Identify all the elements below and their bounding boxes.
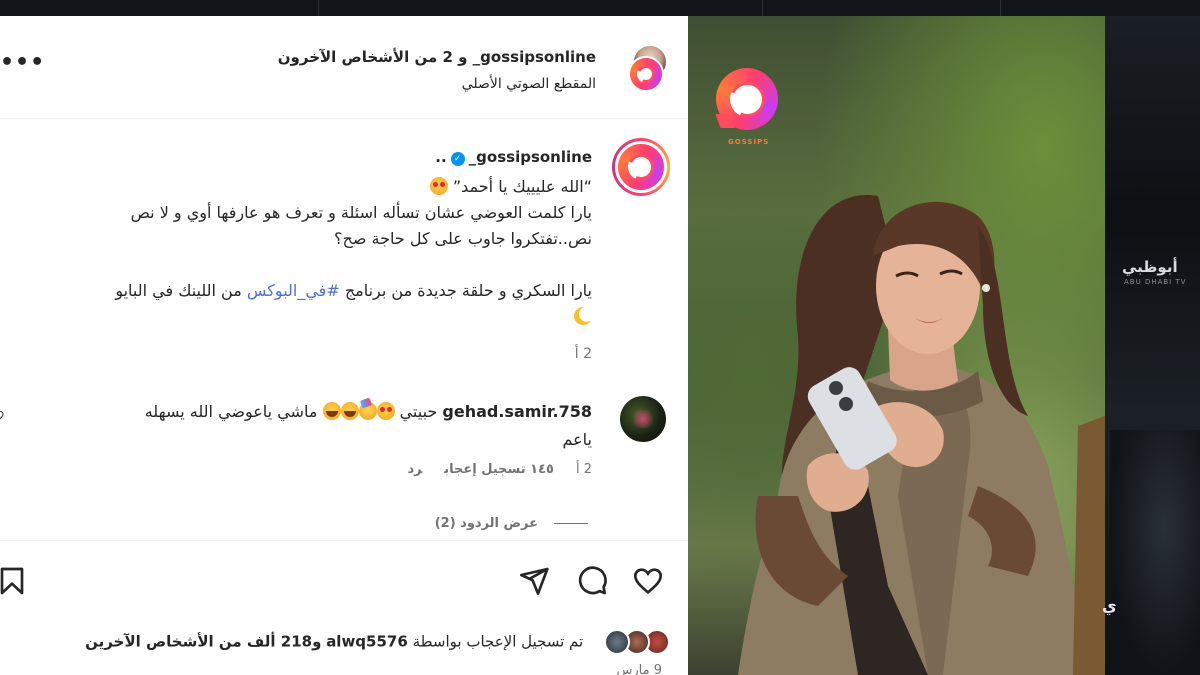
caption-time[interactable]: 2 أ (575, 346, 592, 362)
liker-avatars[interactable] (594, 629, 670, 655)
caption-trail: .. (435, 148, 447, 166)
comment-icon[interactable] (576, 565, 608, 597)
collab-avatars[interactable] (620, 44, 668, 92)
likes-others[interactable]: و218 ألف من الأشخاص الآخرين (85, 633, 321, 651)
gossips-logo (712, 68, 780, 134)
caption-text: “الله عليييك يا أحمد” يارا كلمت العوضي ع… (12, 174, 592, 330)
background-figure (1110, 430, 1200, 675)
top-strip (0, 0, 1200, 16)
send-icon[interactable] (518, 565, 550, 597)
view-replies-button[interactable]: عرض الردود (2) (435, 516, 588, 531)
commenter-avatar[interactable] (620, 396, 666, 442)
joy-emoji-icon (340, 402, 359, 420)
caption-line-2: يارا كلمت العوضي عشان تسأله اسئلة و تعرف… (130, 203, 592, 222)
original-audio-link[interactable]: المقطع الصوتي الأصلي (462, 76, 596, 92)
heart-eyes-emoji-icon (376, 402, 395, 420)
caption-line-3: نص..تفتكروا جاوب على كل حاجة صح؟ (334, 229, 592, 248)
post-header: gossipsonline_ و 2 من الأشخاص الآخرون ال… (0, 16, 688, 119)
likes-text: تم تسجيل الإعجاب بواسطة alwq5576 و218 أل… (85, 632, 584, 651)
channel-logo: أبوظبي (1122, 258, 1178, 276)
comment-text-end: ياعم (562, 430, 592, 449)
caption-line-gap (12, 252, 592, 278)
comments-panel: gossipsonline_ و 2 من الأشخاص الآخرون ال… (0, 16, 688, 675)
commenter-username[interactable]: gehad.samir.758 (442, 402, 592, 421)
caption-line-1: “الله عليييك يا أحمد” (12, 174, 592, 200)
collab-avatar-logo (628, 56, 664, 92)
comment-text: gehad.samir.758 حبيتي ماشي ياعوضي الله ي… (144, 402, 592, 449)
heart-icon[interactable] (632, 565, 664, 597)
post-author-title[interactable]: gossipsonline_ و 2 من الأشخاص الآخرون (278, 48, 596, 66)
joy-emoji-icon (322, 402, 341, 420)
liker-username[interactable]: alwq5576 (326, 633, 408, 651)
channel-logo-sub: ABU DHABI TV (1124, 278, 1187, 286)
likes-summary: تم تسجيل الإعجاب بواسطة alwq5576 و218 أل… (85, 629, 670, 655)
hashtag-link[interactable]: #في_البوكس (247, 281, 340, 300)
gossips-logo-text: GOSSIPS (728, 138, 770, 146)
comment-likes[interactable]: ١٤٥ تسجيل إعجاب (444, 462, 554, 477)
more-options-icon[interactable]: ••• (0, 50, 45, 75)
comment-time[interactable]: 2 أ (576, 462, 592, 477)
heart-eyes-emoji-icon (429, 177, 448, 195)
caption-line-5 (12, 304, 592, 330)
verified-badge-icon: ✓ (450, 152, 465, 166)
action-bar: تم تسجيل الإعجاب بواسطة alwq5576 و218 أل… (0, 540, 688, 675)
comment-meta: 2 أ ١٤٥ تسجيل إعجاب رد (385, 462, 592, 477)
caption-avatar[interactable] (612, 138, 670, 196)
background-edge-letter: ي (1102, 596, 1117, 615)
video-person (738, 195, 1105, 675)
crescent-moon-emoji-icon (574, 307, 592, 325)
post-video[interactable]: GOSSIPS (688, 16, 1105, 675)
caption-username[interactable]: gossipsonline_ (469, 148, 592, 166)
caption-username-line: gossipsonline_ ✓.. (435, 148, 592, 166)
caption-line-4: يارا السكري و حلقة جديدة من برنامج #في_ا… (115, 281, 592, 300)
bookmark-icon[interactable] (0, 565, 28, 597)
post-caption: gossipsonline_ ✓.. “الله عليييك يا أحمد” … (0, 120, 688, 370)
comment-like-heart-icon[interactable] (0, 410, 6, 424)
post-date[interactable]: 9 مارس (617, 663, 663, 675)
reply-button[interactable]: رد (407, 462, 422, 477)
party-face-emoji-icon (358, 402, 377, 420)
